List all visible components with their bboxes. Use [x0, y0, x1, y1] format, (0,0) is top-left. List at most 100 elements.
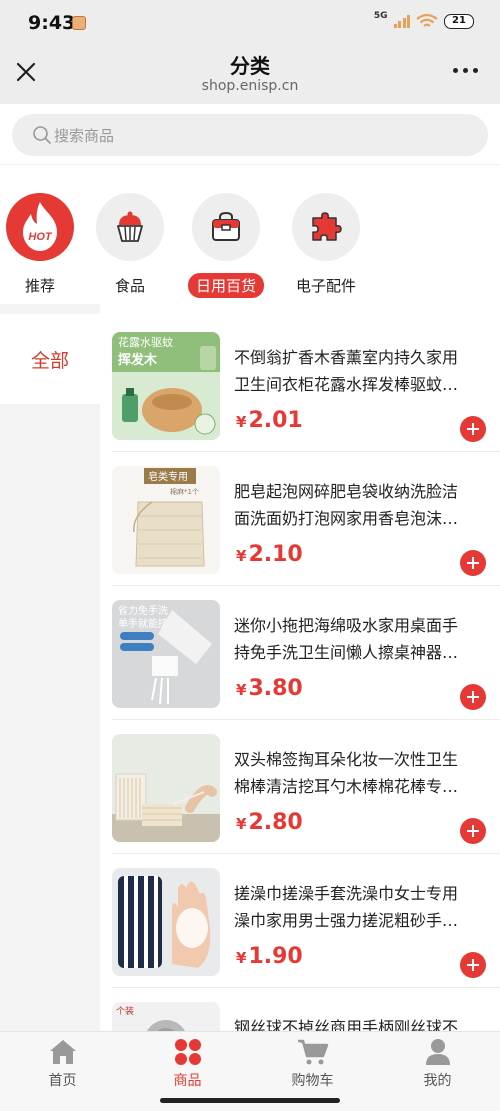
search-icon [33, 126, 51, 144]
product-image-text: 棉麻*1个 [170, 487, 199, 496]
add-to-cart-button[interactable] [460, 684, 486, 710]
tab-label: 购物车 [291, 1073, 334, 1089]
product-title-line: 双头棉签掏耳朵化妆一次性卫生 [234, 750, 459, 769]
cart-icon [297, 1039, 328, 1065]
product-title-line: 搓澡巾搓澡手套洗澡巾女士专用 [234, 884, 459, 903]
product-price: ¥2.01 [236, 408, 303, 433]
product-list: 花露水驱蚊 挥发木 不倒翁扩香木香薰室内持久家用 卫生间衣柜花露水挥发棒驱蚊… … [100, 304, 500, 1031]
sidebar-item-all[interactable]: 全部 [0, 314, 100, 404]
more-options-button[interactable] [453, 68, 478, 73]
product-card[interactable]: 搓澡巾搓澡手套洗澡巾女士专用 澡巾家用男士强力搓泥粗砂手… ¥1.90 [100, 854, 500, 988]
dot-icon [463, 68, 468, 73]
hot-flame-icon: HOT [6, 193, 74, 261]
product-title: 不倒翁扩香木香薰室内持久家用 卫生间衣柜花露水挥发棒驱蚊… [234, 344, 484, 398]
product-title: 搓澡巾搓澡手套洗澡巾女士专用 澡巾家用男士强力搓泥粗砂手… [234, 880, 484, 934]
product-title: 肥皂起泡网碎肥皂袋收纳洗脸洁 面洗面奶打泡网家用香皂泡沫… [234, 478, 484, 532]
category-label: 推荐 [24, 277, 55, 295]
category-label-active: 日用百货 [187, 273, 264, 298]
product-title-line: 钢丝球不掉丝商用手柄刚丝球不 [234, 1018, 459, 1031]
product-card[interactable]: 双头棉签掏耳朵化妆一次性卫生 棉棒清洁挖耳勺木棒棉花棒专… ¥2.80 [100, 720, 500, 854]
category-item-electronics[interactable]: 电子配件 [286, 193, 366, 298]
status-bar: 9:43 5G 21 [0, 0, 500, 44]
tab-label: 商品 [173, 1073, 202, 1089]
network-type: 5G [373, 11, 388, 21]
category-item-recommend[interactable]: HOT 推荐 [0, 193, 80, 298]
cupcake-icon [96, 193, 164, 261]
product-price: ¥2.10 [236, 542, 303, 567]
product-price: ¥2.80 [236, 810, 303, 835]
add-to-cart-button[interactable] [460, 952, 486, 978]
product-card[interactable]: 个装 钢丝球不掉丝商用手柄刚丝球不 [100, 988, 500, 1031]
product-image-text: 个装 [116, 1005, 134, 1017]
search-placeholder: 搜索商品 [54, 127, 115, 145]
price-value: 2.10 [248, 542, 303, 567]
price-value: 1.90 [248, 944, 303, 969]
product-image: 皂类专用 棉麻*1个 [112, 466, 220, 574]
grid-icon [174, 1039, 201, 1065]
price-value: 2.01 [248, 408, 303, 433]
status-time: 9:43 [28, 12, 76, 34]
status-indicators: 5G 21 [373, 11, 474, 29]
tab-label: 我的 [423, 1073, 452, 1089]
currency-symbol: ¥ [236, 681, 247, 699]
currency-symbol: ¥ [236, 547, 247, 565]
price-value: 3.80 [248, 676, 303, 701]
product-card[interactable]: 皂类专用 棉麻*1个 肥皂起泡网碎肥皂袋收纳洗脸洁 面洗面奶打泡网家用香皂泡沫…… [100, 452, 500, 586]
product-price: ¥1.90 [236, 944, 303, 969]
search-area: 搜索商品 [0, 104, 500, 164]
product-title-line: 肥皂起泡网碎肥皂袋收纳洗脸洁 [234, 482, 459, 501]
bottom-tab-bar: 首页 商品 购物车 我的 [0, 1031, 500, 1111]
tab-cart[interactable]: 购物车 [250, 1038, 375, 1090]
signal-icon [393, 14, 410, 28]
product-title-line: 卫生间衣柜花露水挥发棒驱蚊… [234, 375, 459, 394]
category-label: 食品 [114, 277, 145, 295]
user-icon [425, 1039, 450, 1065]
product-image: 花露水驱蚊 挥发木 [112, 332, 220, 440]
product-title: 双头棉签掏耳朵化妆一次性卫生 棉棒清洁挖耳勺木棒棉花棒专… [234, 746, 484, 800]
sidebar-item-label: 全部 [30, 350, 69, 372]
battery-icon: 21 [444, 13, 474, 29]
product-title-line: 棉棒清洁挖耳勺木棒棉花棒专… [234, 777, 459, 796]
product-image-text: 皂类专用 [148, 470, 188, 483]
product-image-text: 花露水驱蚊 [118, 335, 173, 349]
category-label: 电子配件 [295, 277, 356, 295]
price-value: 2.80 [248, 810, 303, 835]
dot-icon [453, 68, 458, 73]
add-to-cart-button[interactable] [460, 416, 486, 442]
page-domain: shop.enisp.cn [201, 78, 299, 94]
add-to-cart-button[interactable] [460, 550, 486, 576]
search-input[interactable]: 搜索商品 [12, 114, 488, 156]
currency-symbol: ¥ [236, 949, 247, 967]
home-icon [49, 1040, 76, 1064]
add-to-cart-button[interactable] [460, 818, 486, 844]
product-image-text: 省力免手洗 [118, 604, 168, 617]
tab-products[interactable]: 商品 [125, 1038, 250, 1090]
category-item-food[interactable]: 食品 [90, 193, 170, 298]
product-card[interactable]: 花露水驱蚊 挥发木 不倒翁扩香木香薰室内持久家用 卫生间衣柜花露水挥发棒驱蚊… … [100, 318, 500, 452]
product-title-line: 迷你小拖把海绵吸水家用桌面手 [234, 616, 459, 635]
bag-icon [192, 193, 260, 261]
currency-symbol: ¥ [236, 815, 247, 833]
product-title: 迷你小拖把海绵吸水家用桌面手 持免手洗卫生间懒人擦桌神器… [234, 612, 484, 666]
tab-label: 首页 [48, 1073, 77, 1089]
product-title-line: 不倒翁扩香木香薰室内持久家用 [234, 348, 459, 367]
wifi-icon [416, 13, 438, 27]
category-strip: HOT 推荐 食品 日用百货 电子配件 [0, 164, 500, 304]
product-image-text: 挥发木 [118, 352, 158, 368]
product-image [112, 734, 220, 842]
page-title: 分类 [230, 54, 270, 78]
category-item-daily-goods[interactable]: 日用百货 [186, 193, 266, 298]
tab-home[interactable]: 首页 [0, 1038, 125, 1090]
home-indicator[interactable] [160, 1098, 340, 1103]
currency-symbol: ¥ [236, 413, 247, 431]
product-title-line: 澡巾家用男士强力搓泥粗砂手… [234, 911, 459, 930]
nav-bar: 分类 shop.enisp.cn [0, 44, 500, 104]
product-card[interactable]: 省力免手洗 单手就能挤水 迷你小拖把海绵吸水家用桌面手 持免手洗卫生间懒人擦桌神… [100, 586, 500, 720]
product-image: 省力免手洗 单手就能挤水 [112, 600, 220, 708]
product-image [112, 868, 220, 976]
hot-badge: HOT [28, 231, 53, 243]
dot-icon [473, 68, 478, 73]
tab-profile[interactable]: 我的 [375, 1038, 500, 1090]
product-image: 个装 [112, 1002, 220, 1031]
product-title: 钢丝球不掉丝商用手柄刚丝球不 [234, 1014, 484, 1031]
